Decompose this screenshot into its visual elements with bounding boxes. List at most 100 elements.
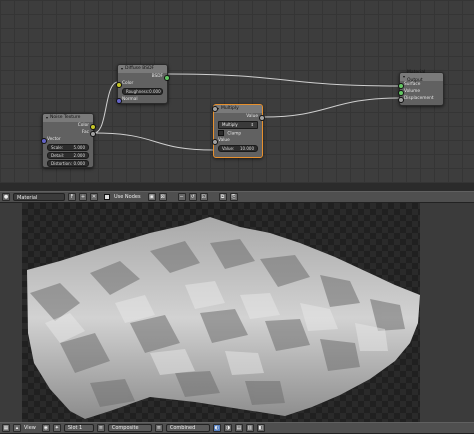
image-pin-icon[interactable]: ✦ (52, 424, 61, 432)
use-nodes-toggle[interactable]: Use Nodes (104, 194, 141, 200)
field-value: 10.000 (240, 146, 254, 151)
value-field[interactable]: Value: 10.000 (211, 105, 258, 152)
layer-icon[interactable]: ≡ (96, 424, 105, 432)
input-label: Displacement (404, 96, 434, 101)
slot-value: Slot 1 (67, 425, 83, 431)
output-color: Color (43, 122, 96, 130)
material-output-node[interactable]: ▾ Material Output Surface Volume Displac… (397, 70, 444, 106)
node-header[interactable]: ▾ Multiply (214, 105, 262, 113)
socket-vector-in[interactable] (40, 137, 47, 144)
node-header[interactable]: ▾ Noise Texture (43, 114, 93, 122)
paste-icon[interactable]: ⎘ (229, 193, 238, 201)
rendered-terrain (27, 217, 420, 419)
field-label: Roughness: (126, 89, 150, 94)
noise-texture-node[interactable]: ▾ Noise Texture Color Fac Vector Scale: … (40, 113, 96, 168)
input-vector: Vector (40, 136, 93, 144)
socket-value2-in[interactable] (211, 105, 218, 112)
image-browse-icon[interactable]: ◉ (41, 424, 50, 432)
socket-displacement-in[interactable] (397, 96, 404, 103)
node-title: Noise Texture (50, 115, 81, 120)
snap-icon[interactable]: ⊠ (158, 193, 167, 201)
area-separator[interactable] (0, 183, 474, 191)
output-label: Fac (81, 130, 89, 135)
checkbox-label: Clamp (227, 131, 242, 137)
material-browse-icon[interactable]: ● (2, 193, 10, 201)
copy-icon[interactable]: ⧉ (218, 193, 227, 201)
pass-icon[interactable]: ≡ (154, 424, 163, 432)
input-color: Color (115, 80, 167, 88)
display-color-icon[interactable]: ◐ (212, 424, 221, 432)
image-viewer[interactable] (0, 203, 474, 422)
pass-dropdown[interactable]: Combined (165, 424, 210, 432)
output-label: Value (246, 114, 258, 119)
use-nodes-checkbox[interactable] (104, 194, 110, 200)
input-surface: Surface (397, 81, 443, 89)
field-label: Detail: (51, 153, 65, 158)
field-value: 5.000 (73, 145, 85, 150)
view-all-icon[interactable]: ⊡ (199, 193, 208, 201)
link-fac-to-color (93, 81, 119, 134)
display-alpha-icon[interactable]: ◑ (223, 424, 232, 432)
layer-dropdown[interactable]: Composite (107, 424, 152, 432)
unlink-material-button[interactable]: ✕ (90, 193, 98, 201)
layer-value: Composite (111, 425, 139, 431)
socket-color-in[interactable] (115, 81, 122, 88)
link-fac-to-multiply (93, 132, 215, 151)
operation-dropdown[interactable]: Multiply ⇕ (218, 121, 258, 129)
clamp-row[interactable]: Clamp (214, 130, 262, 137)
link-multiply-to-displacement (262, 97, 400, 118)
field-label: Scale: (51, 145, 64, 150)
collapse-triangle-icon[interactable]: ▾ (121, 65, 123, 73)
zoom-reset-icon[interactable]: ↺ (188, 193, 197, 201)
input-volume: Volume (397, 88, 443, 96)
close-icon: ✕ (91, 194, 97, 200)
dropdown-value: Multiply (222, 122, 238, 127)
field-value: 0.000 (73, 161, 85, 166)
input-label: Color (122, 81, 134, 86)
input-value: Value (211, 137, 262, 145)
zoom-out-icon[interactable]: − (177, 193, 186, 201)
output-bsdf: BSDF (118, 73, 170, 81)
roughness-field[interactable]: Roughness: 0.000 (122, 88, 163, 95)
node-title: Diffuse BSDF (125, 66, 155, 71)
view-menu[interactable]: View (24, 425, 36, 431)
display-scopes-icon[interactable]: ▥ (245, 424, 254, 432)
field-value: 0.000 (149, 89, 161, 94)
fake-user-button[interactable]: F (68, 193, 76, 201)
node-editor[interactable]: ▾ Noise Texture Color Fac Vector Scale: … (0, 0, 474, 183)
multiply-node[interactable]: ▾ Multiply Value Multiply ⇕ Clamp Value … (211, 104, 265, 158)
input-label: Normal (122, 97, 138, 102)
node-title: Multiply (221, 106, 239, 111)
collapse-triangle-icon[interactable]: ▾ (46, 114, 48, 122)
link-bsdf-to-surface (167, 73, 400, 87)
detail-field[interactable]: Detail: 2.000 (47, 152, 89, 159)
display-extra-icon[interactable]: ◧ (256, 424, 265, 432)
input-displacement: Displacement (397, 95, 443, 103)
backdrop-icon[interactable]: ▣ (147, 193, 156, 201)
socket-value-in[interactable] (211, 138, 218, 145)
collapse-triangle-icon[interactable]: ▾ (403, 73, 405, 81)
output-label: Color (77, 123, 89, 128)
new-material-button[interactable]: + (79, 193, 87, 201)
scale-field[interactable]: Scale: 5.000 (47, 144, 89, 151)
slot-dropdown[interactable]: Slot 1 (63, 424, 94, 432)
input-label: Vector (47, 137, 61, 142)
display-zbuffer-icon[interactable]: ▤ (234, 424, 243, 432)
node-header[interactable]: ▾ Diffuse BSDF (118, 65, 167, 73)
editor-type-icon[interactable]: ▦ (2, 424, 10, 432)
input-normal: Normal (115, 96, 167, 104)
output-value: Value (214, 113, 265, 121)
diffuse-bsdf-node[interactable]: ▾ Diffuse BSDF BSDF Color Roughness: 0.0… (115, 64, 170, 104)
distortion-field[interactable]: Distortion: 0.000 (47, 160, 89, 167)
node-header[interactable]: ▾ Material Output (400, 70, 443, 83)
dropdown-arrows-icon: ⇕ (250, 122, 254, 127)
clamp-checkbox[interactable] (218, 130, 224, 136)
socket-normal-in[interactable] (115, 97, 122, 104)
input-label: Volume (404, 89, 420, 94)
output-label: BSDF (151, 74, 163, 79)
socket-value-out[interactable] (258, 114, 265, 121)
material-name-field[interactable]: Material (13, 193, 65, 201)
pass-value: Combined (169, 425, 196, 431)
field-label: Distortion: (51, 161, 72, 166)
header-toggle-icon[interactable]: ▴ (13, 424, 21, 432)
